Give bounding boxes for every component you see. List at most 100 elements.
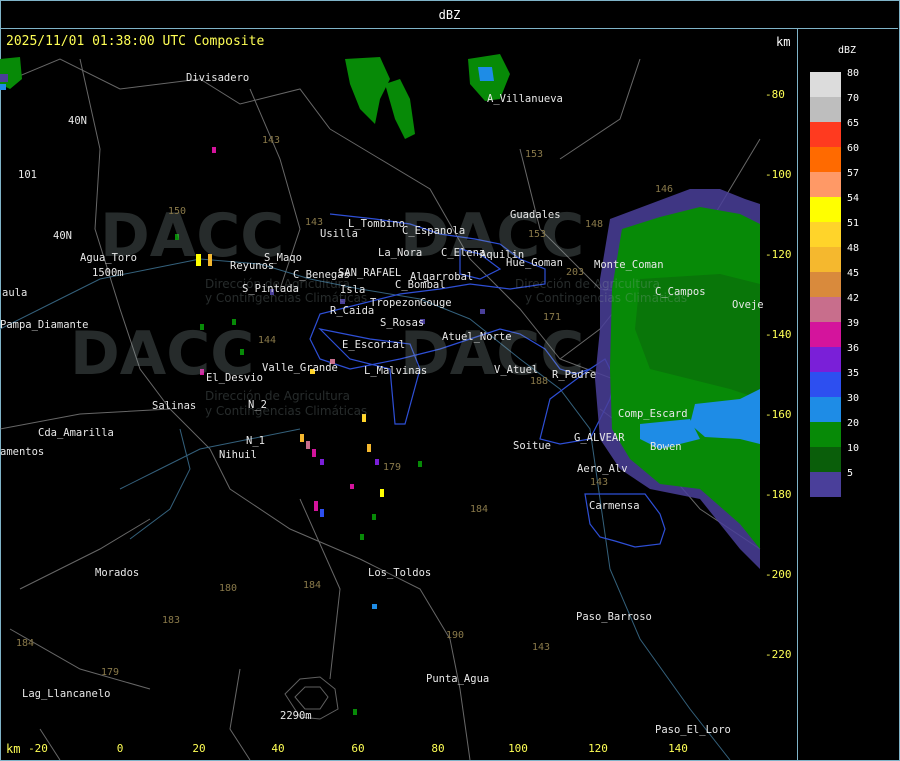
- place-label: El_Desvio: [206, 372, 263, 384]
- place-label: S_Pintada: [242, 283, 299, 295]
- place-label: C_Benegas: [293, 269, 350, 281]
- place-label: Atuel_Norte: [442, 331, 512, 343]
- legend-level-label: 36: [847, 343, 860, 354]
- place-label: C_Espanola: [402, 225, 466, 237]
- watermark-line1: Dirección de Agricultura: [205, 389, 350, 403]
- place-label: 2290m: [280, 710, 312, 722]
- legend-swatch: [810, 347, 841, 372]
- place-label: Divisadero: [186, 72, 250, 84]
- place-label: A_Villanueva: [487, 93, 563, 105]
- route-label: 143: [532, 642, 551, 653]
- legend-swatch: [810, 247, 841, 272]
- x-tick-label: -20: [28, 742, 48, 755]
- place-label: Oveje: [732, 299, 764, 311]
- place-label: L_Tombino: [348, 218, 405, 230]
- legend-unit: dBZ: [838, 45, 857, 56]
- route-label: 150: [168, 206, 187, 217]
- legend-swatch: [810, 297, 841, 322]
- place-label: 1500m: [92, 267, 124, 279]
- legend-level-label: 35: [847, 368, 860, 379]
- place-label: Aero_Alv: [577, 463, 628, 475]
- route-label: 143: [305, 217, 324, 228]
- place-label: Soitue: [513, 440, 551, 452]
- legend-swatch: [810, 197, 841, 222]
- route-label: 179: [383, 462, 402, 473]
- place-label: V_Atuel: [494, 364, 539, 376]
- km-label-top: km: [776, 35, 791, 49]
- legend-swatch: [810, 147, 841, 172]
- legend-swatch: [810, 372, 841, 397]
- x-tick-label: 60: [351, 742, 365, 755]
- route-label: 146: [655, 184, 674, 195]
- x-tick-label: 0: [116, 742, 124, 755]
- place-label: Carmensa: [589, 500, 640, 512]
- legend-level-label: 65: [847, 118, 860, 129]
- watermark-line1: Dirección de Agricultura: [515, 277, 660, 291]
- legend-level-label: 60: [847, 143, 860, 154]
- x-tick-label: 40: [271, 742, 285, 755]
- place-label: Agua_Toro: [80, 252, 137, 264]
- echo-east: [595, 189, 760, 569]
- legend-level-label: 5: [847, 468, 854, 479]
- legend-level-label: 51: [847, 218, 860, 229]
- legend-swatch: [810, 322, 841, 347]
- y-tick-label: -200: [765, 568, 792, 581]
- x-tick-label: 120: [588, 742, 608, 755]
- place-label: E_Escorial: [342, 339, 406, 351]
- legend-swatch: [810, 397, 841, 422]
- place-label: C_Elena: [441, 247, 486, 259]
- place-label: Guadales: [510, 209, 561, 221]
- km-label-bottom: km: [6, 742, 21, 756]
- legend-swatch: [810, 122, 841, 147]
- place-label: Salinas: [152, 400, 197, 412]
- place-label: Gouge: [420, 297, 452, 309]
- legend-level-label: 57: [847, 168, 860, 179]
- place-label: Isla: [340, 284, 366, 296]
- route-label: 183: [162, 615, 181, 626]
- place-label: 40N: [53, 230, 72, 242]
- legend-level-label: 10: [847, 443, 860, 454]
- legend-level-label: 54: [847, 193, 860, 204]
- title-bar: dBZ: [1, 1, 898, 29]
- route-label: 179: [101, 667, 120, 678]
- legend-swatch: [810, 272, 841, 297]
- y-tick-label: -220: [765, 648, 792, 661]
- map-canvas: [0, 54, 761, 760]
- place-label: La_Nora: [378, 247, 423, 259]
- place-label: C_Campos: [655, 286, 706, 298]
- route-label: 180: [219, 583, 238, 594]
- place-label: S_Maqo: [264, 252, 302, 264]
- route-label: 184: [303, 580, 322, 591]
- x-tick-label: 100: [508, 742, 528, 755]
- place-label: Hue_Goman: [506, 257, 563, 269]
- place-label: Tropezon: [370, 297, 421, 309]
- legend-swatch: [810, 472, 841, 497]
- route-label: 153: [525, 149, 544, 160]
- y-tick-label: -160: [765, 408, 792, 421]
- place-label: Lag_Llancanelo: [22, 688, 111, 700]
- place-label: N_1: [246, 435, 265, 447]
- route-label: 184: [16, 638, 35, 649]
- place-label: G_ALVEAR: [574, 432, 625, 444]
- place-label: Nihuil: [219, 449, 257, 461]
- radar-map[interactable]: DACC Dirección de Agricultura y Continge…: [0, 29, 798, 760]
- legend-level-label: 30: [847, 393, 860, 404]
- place-label: amentos: [0, 446, 45, 458]
- legend-level-label: 80: [847, 68, 860, 79]
- route-label: 203: [566, 267, 585, 278]
- place-label: Punta_Agua: [426, 673, 490, 685]
- x-tick-label: 20: [192, 742, 206, 755]
- route-label: 171: [543, 312, 562, 323]
- legend-swatch: [810, 222, 841, 247]
- place-label: Pampa_Diamante: [0, 319, 89, 331]
- place-label: Valle_Grande: [262, 362, 338, 374]
- place-label: Paso_Barroso: [576, 611, 652, 623]
- y-tick-label: -120: [765, 248, 792, 261]
- route-label: 184: [470, 504, 489, 515]
- route-label: 188: [530, 376, 549, 387]
- x-tick-label: 140: [668, 742, 688, 755]
- place-label: R_Caida: [330, 305, 375, 317]
- route-label: 148: [585, 219, 604, 230]
- legend-level-label: 42: [847, 293, 860, 304]
- place-label: Comp_Escard: [618, 408, 688, 420]
